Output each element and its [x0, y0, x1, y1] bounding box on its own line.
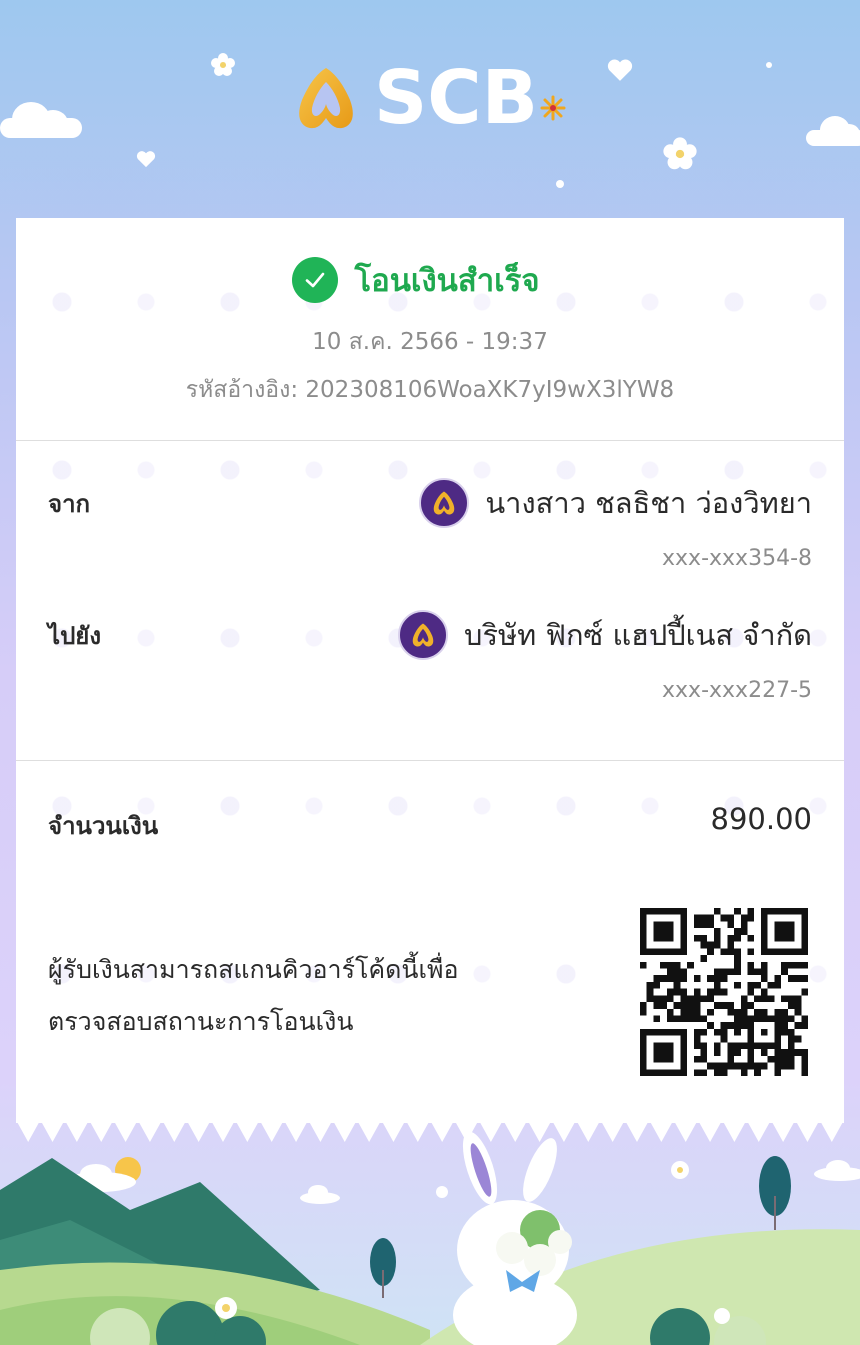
sender-name: นางสาว ชลธิชา ว่องวิทยา: [485, 486, 812, 520]
qr-instruction-line2: ตรวจสอบสถานะการโอนเงิน: [48, 1007, 354, 1036]
dot-decoration: [766, 62, 772, 68]
cloud-decoration: [0, 102, 82, 138]
header: SCB: [0, 0, 860, 218]
scb-logo-icon: [299, 68, 353, 129]
flower-decoration: [211, 53, 235, 76]
divider: [16, 440, 844, 441]
scb-logo: SCB: [292, 58, 566, 138]
cloud-decoration: [806, 116, 860, 146]
status-row: โอนเงินสำเร็จ: [16, 256, 844, 304]
receipt-card: โอนเงินสำเร็จ 10 ส.ค. 2566 - 19:37 รหัสอ…: [16, 218, 844, 1123]
flower-decoration: [663, 137, 697, 170]
qr-code-icon[interactable]: [640, 908, 808, 1076]
recipient-account: xxx-xxx227-5: [662, 678, 812, 703]
reference-number: รหัสอ้างอิง: 202308106WoaXK7yI9wX3lYW8: [185, 377, 675, 403]
landscape-illustration: [0, 1120, 860, 1345]
to-label: ไปยัง: [48, 622, 102, 650]
dot-decoration: [556, 180, 564, 188]
heart-decoration: [607, 59, 633, 81]
check-circle-icon: [292, 257, 339, 303]
transfer-status: โอนเงินสำเร็จ: [354, 263, 540, 299]
heart-decoration: [136, 151, 156, 168]
bank-icon: [419, 478, 470, 528]
recipient: บริษัท ฟิกซ์ แฮปปี้เนส จำกัด: [398, 610, 812, 660]
sender-account: xxx-xxx354-8: [662, 546, 812, 571]
from-label: จาก: [48, 490, 91, 518]
recipient-name: บริษัท ฟิกซ์ แฮปปี้เนส จำกัด: [464, 618, 812, 652]
transaction-datetime: 10 ส.ค. 2566 - 19:37: [312, 329, 548, 355]
amount-label: จำนวนเงิน: [48, 812, 159, 840]
brand-name: SCB: [374, 55, 539, 141]
bank-icon: [398, 610, 449, 660]
amount-value: 890.00: [710, 802, 812, 836]
qr-instruction-line1: ผู้รับเงินสามารถสแกนคิวอาร์โค้ดนี้เพื่อ: [48, 955, 459, 984]
divider: [16, 760, 844, 761]
sparkle-icon: [540, 95, 566, 121]
sender: นางสาว ชลธิชา ว่องวิทยา: [419, 478, 812, 528]
